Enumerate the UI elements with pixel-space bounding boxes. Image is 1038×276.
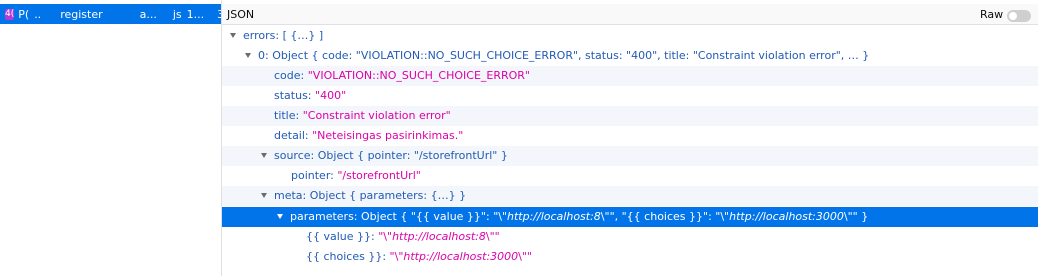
value-part: "\": [378, 230, 393, 243]
tree-value: "Neteisingas pasirinkimas.": [312, 129, 464, 142]
method-label: P(: [18, 7, 30, 21]
tree-row-detail[interactable]: detail: "Neteisingas pasirinkimas.": [222, 126, 1038, 146]
json-viewer-panel: JSON Raw errors: [ {…} ] 0: Object { cod…: [222, 0, 1038, 276]
tree-preview: Object { "{{ value }}": "\"http://localh…: [361, 210, 868, 223]
tree-key: {{ value }}:: [306, 230, 375, 243]
preview-part: \"" }: [843, 210, 869, 223]
truncated-column: 3: [217, 7, 221, 21]
tree-key: source:: [274, 149, 315, 162]
status-badge: 4(: [5, 8, 15, 20]
tree-row-choices[interactable]: {{ choices }}: "\"http://localhost:3000\…: [222, 247, 1038, 267]
tree-key: status:: [274, 89, 312, 102]
tree-row-title[interactable]: title: "Constraint violation error": [222, 106, 1038, 126]
request-row-selected[interactable]: 4( P( .. register a... js 1... 3: [0, 4, 221, 24]
value-part: \"": [485, 230, 500, 243]
tree-value: "\"http://localhost:8\"": [378, 230, 499, 243]
scheme-truncated: ..: [34, 7, 42, 21]
tree-preview: Object { code: "VIOLATION::NO_SUCH_CHOIC…: [272, 49, 870, 62]
tree-value: "Constraint violation error": [302, 109, 451, 122]
expand-arrow-icon[interactable]: [261, 153, 267, 158]
value-part: \"": [518, 250, 532, 263]
expand-arrow-icon[interactable]: [245, 53, 251, 58]
tree-key: errors:: [243, 29, 280, 42]
transfer-size: 1...: [186, 7, 205, 21]
raw-toggle[interactable]: [1007, 10, 1031, 22]
expand-arrow-icon[interactable]: [261, 193, 267, 198]
domain-name: a...: [139, 7, 157, 21]
preview-url: http://localhost:8: [507, 210, 601, 223]
tree-key: parameters:: [290, 210, 358, 223]
tree-value: "/storefrontUrl": [337, 169, 421, 182]
raw-label: Raw: [980, 8, 1004, 21]
file-name: register: [60, 7, 103, 21]
value-url: http://localhost:8: [392, 230, 486, 243]
value-part: "\": [389, 250, 404, 263]
tree-value: "\"http://localhost:3000\"": [390, 250, 532, 263]
preview-part: Object { "{{ value }}": "\": [361, 210, 508, 223]
tree-row-status[interactable]: status: "400": [222, 86, 1038, 106]
tree-preview: [ {…} ]: [282, 29, 324, 42]
expand-arrow-icon[interactable]: [230, 33, 236, 38]
tree-row-errors[interactable]: errors: [ {…} ]: [222, 26, 1038, 46]
preview-part: \"", "{{ choices }}": "\": [600, 210, 730, 223]
value-url: http://localhost:3000: [403, 250, 519, 263]
tree-key: detail:: [274, 129, 309, 142]
request-list-panel: 4( P( .. register a... js 1... 3: [0, 0, 222, 276]
tree-key: 0:: [258, 49, 269, 62]
tree-preview: Object { pointer: "/storefrontUrl" }: [317, 149, 508, 162]
panel-title: JSON: [227, 8, 255, 21]
tree-key: meta:: [274, 189, 307, 202]
tree-row-code[interactable]: code: "VIOLATION::NO_SUCH_CHOICE_ERROR": [222, 66, 1038, 86]
tree-row-pointer[interactable]: pointer: "/storefrontUrl": [222, 166, 1038, 186]
tree-row-error-0[interactable]: 0: Object { code: "VIOLATION::NO_SUCH_CH…: [222, 46, 1038, 66]
preview-url: http://localhost:3000: [729, 210, 844, 223]
tree-row-value[interactable]: {{ value }}: "\"http://localhost:8\"": [222, 227, 1038, 247]
tree-key: {{ choices }}:: [306, 250, 387, 263]
panel-header: JSON Raw: [222, 4, 1038, 25]
tree-value: "400": [315, 89, 347, 102]
tree-key: code:: [274, 69, 305, 82]
tree-preview: Object { parameters: {…} }: [309, 189, 467, 202]
tree-key: pointer:: [291, 169, 334, 182]
content-type: js: [172, 7, 182, 21]
expand-arrow-icon[interactable]: [277, 214, 283, 219]
tree-row-source[interactable]: source: Object { pointer: "/storefrontUr…: [222, 146, 1038, 166]
tree-row-meta[interactable]: meta: Object { parameters: {…} }: [222, 186, 1038, 206]
tree-row-parameters[interactable]: parameters: Object { "{{ value }}": "\"h…: [222, 207, 1038, 227]
tree-value: "VIOLATION::NO_SUCH_CHOICE_ERROR": [307, 69, 530, 82]
tree-key: title:: [274, 109, 300, 122]
